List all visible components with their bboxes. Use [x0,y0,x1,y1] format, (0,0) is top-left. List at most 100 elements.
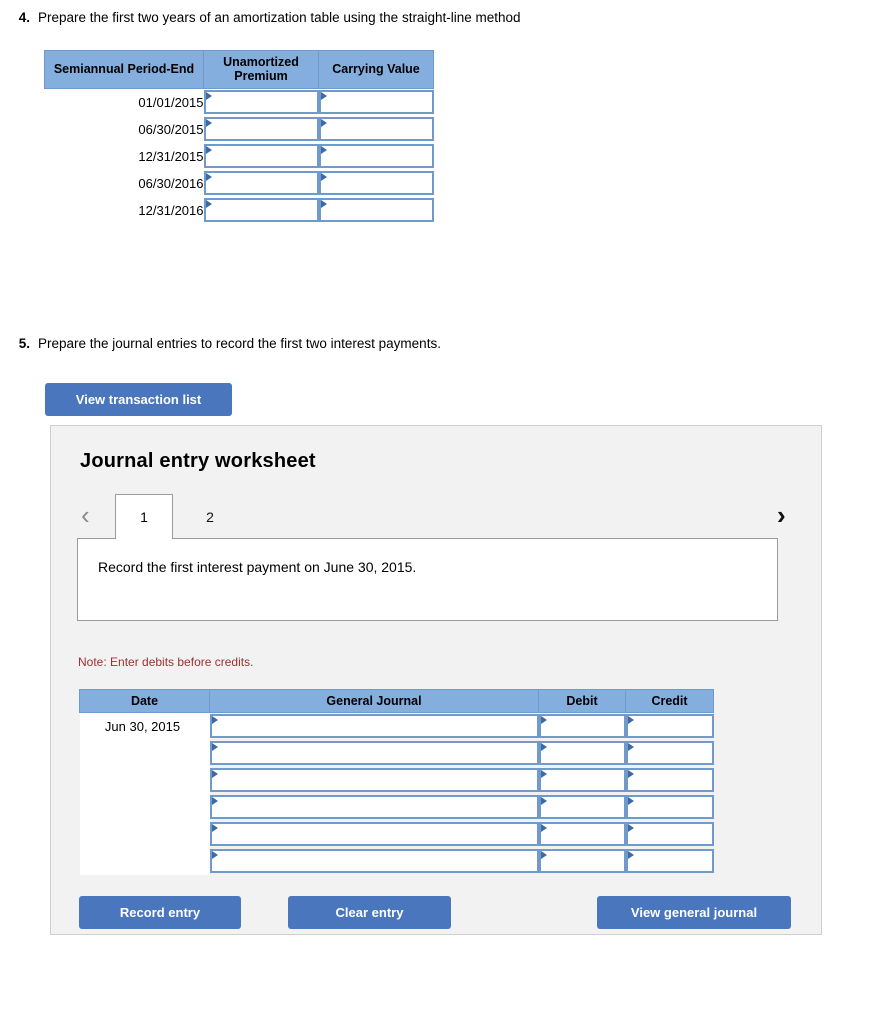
question-4: 4. Prepare the first two years of an amo… [8,9,521,27]
view-general-journal-button[interactable]: View general journal [597,896,791,929]
amortization-carrying-value-cell[interactable] [318,88,434,116]
journal-general-journal-input-1[interactable] [211,716,537,737]
entry-description-box: Record the first interest payment on Jun… [77,538,778,621]
amortization-carrying-value-input-2[interactable] [320,118,432,139]
debits-before-credits-note: Note: Enter debits before credits. [78,655,254,669]
amortization-carrying-value-input-4[interactable] [320,172,432,193]
clear-entry-button[interactable]: Clear entry [288,896,451,929]
input-wrapper [203,143,319,168]
journal-general-journal-input-2[interactable] [211,743,537,764]
amortization-unamortized-premium-cell[interactable] [203,197,319,224]
journal-general-journal-input-3[interactable] [211,770,537,791]
input-wrapper [209,741,539,766]
input-wrapper [318,197,434,222]
amortization-carrying-value-input-1[interactable] [320,91,432,112]
chevron-right-icon[interactable]: › [777,502,786,528]
journal-credit-input-2[interactable] [627,743,712,764]
tab-entry-2[interactable]: 2 [181,494,239,539]
tab-entry-2-label: 2 [206,508,214,525]
journal-general-journal-cell[interactable] [209,713,539,741]
table-row [79,848,714,876]
journal-credit-cell[interactable] [625,767,714,794]
table-row: Jun 30, 2015 [79,712,714,741]
journal-entry-table: Date General Journal Debit Credit Jun 30… [79,688,714,876]
journal-credit-input-5[interactable] [627,824,712,845]
journal-credit-cell[interactable] [625,821,714,848]
amortization-period-end-cell: 12/31/2016 [44,196,204,224]
amortization-col-unamortized-premium: Unamortized Premium [203,50,319,89]
journal-debit-cell[interactable] [538,713,626,741]
journal-debit-cell[interactable] [538,767,626,794]
journal-debit-input-6[interactable] [540,851,624,872]
amortization-unamortized-premium-input-2[interactable] [205,118,317,139]
journal-debit-input-2[interactable] [540,743,624,764]
view-transaction-list-button[interactable]: View transaction list [45,383,232,416]
journal-general-journal-cell[interactable] [209,740,539,767]
question-4-text: Prepare the first two years of an amorti… [38,10,521,25]
journal-general-journal-input-6[interactable] [211,851,537,872]
amortization-unamortized-premium-input-4[interactable] [205,172,317,193]
amortization-unamortized-premium-cell[interactable] [203,116,319,143]
amortization-carrying-value-input-5[interactable] [320,199,432,220]
amortization-carrying-value-cell[interactable] [318,116,434,143]
amortization-carrying-value-input-3[interactable] [320,145,432,166]
journal-debit-input-4[interactable] [540,797,624,818]
amortization-unamortized-premium-input-1[interactable] [205,91,317,112]
journal-debit-input-1[interactable] [540,716,624,737]
journal-debit-cell[interactable] [538,848,626,875]
journal-general-journal-cell[interactable] [209,794,539,821]
journal-credit-cell[interactable] [625,794,714,821]
record-entry-button[interactable]: Record entry [79,896,241,929]
journal-debit-input-3[interactable] [540,770,624,791]
input-wrapper [625,768,714,793]
journal-debit-cell[interactable] [538,794,626,821]
table-row: 06/30/2016 [44,169,434,197]
journal-credit-input-3[interactable] [627,770,712,791]
journal-general-journal-cell[interactable] [209,848,539,875]
journal-date-cell [79,767,210,795]
input-wrapper [538,768,626,793]
tab-entry-1[interactable]: 1 [115,494,173,539]
amortization-unamortized-premium-input-5[interactable] [205,199,317,220]
journal-general-journal-cell[interactable] [209,821,539,848]
amortization-period-end-cell: 06/30/2015 [44,115,204,143]
journal-credit-input-1[interactable] [627,716,712,737]
amortization-carrying-value-cell[interactable] [318,197,434,224]
input-wrapper [625,741,714,766]
input-wrapper [318,89,434,114]
input-wrapper [625,849,714,874]
input-wrapper [318,170,434,195]
input-wrapper [203,89,319,114]
chevron-left-icon[interactable]: ‹ [81,502,90,528]
input-wrapper [209,849,539,874]
input-wrapper [209,714,539,739]
journal-general-journal-cell[interactable] [209,767,539,794]
journal-credit-cell[interactable] [625,713,714,741]
amortization-unamortized-premium-input-3[interactable] [205,145,317,166]
input-wrapper [538,822,626,847]
amortization-unamortized-premium-cell[interactable] [203,143,319,170]
amortization-unamortized-premium-cell[interactable] [203,88,319,116]
amortization-period-end-cell: 12/31/2015 [44,142,204,170]
amortization-unamortized-premium-cell[interactable] [203,170,319,197]
journal-debit-input-5[interactable] [540,824,624,845]
journal-debit-cell[interactable] [538,740,626,767]
input-wrapper [538,849,626,874]
journal-general-journal-input-4[interactable] [211,797,537,818]
journal-credit-cell[interactable] [625,848,714,875]
input-wrapper [209,768,539,793]
journal-debit-cell[interactable] [538,821,626,848]
journal-credit-cell[interactable] [625,740,714,767]
journal-col-general-journal: General Journal [209,688,539,714]
amortization-carrying-value-cell[interactable] [318,170,434,197]
table-row [79,821,714,849]
input-wrapper [538,714,626,739]
entry-description-text: Record the first interest payment on Jun… [98,559,417,575]
amortization-col-period-end: Semiannual Period-End [44,50,204,89]
amortization-period-end-cell: 06/30/2016 [44,169,204,197]
amortization-carrying-value-cell[interactable] [318,143,434,170]
journal-general-journal-input-5[interactable] [211,824,537,845]
journal-credit-input-6[interactable] [627,851,712,872]
input-wrapper [209,822,539,847]
journal-credit-input-4[interactable] [627,797,712,818]
